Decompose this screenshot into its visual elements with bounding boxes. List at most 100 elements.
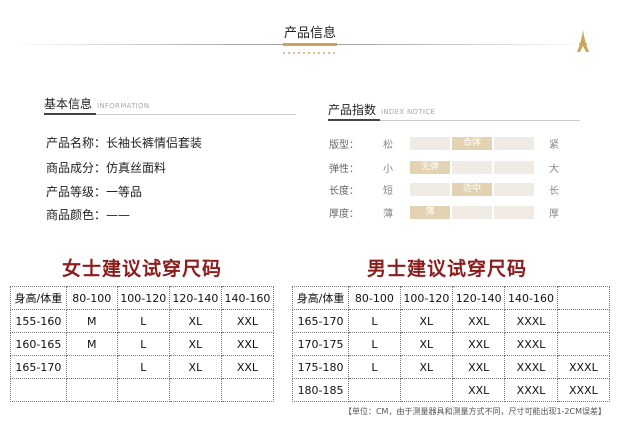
table-cell: XXXL <box>504 378 558 402</box>
table-cell: XL <box>399 309 454 333</box>
table-cell <box>65 355 118 379</box>
index-scale-segment <box>494 137 534 150</box>
table-row <box>10 378 275 402</box>
table-header-cell: 120-140 <box>452 286 506 310</box>
table-cell: L <box>348 309 401 333</box>
table-cell: XL <box>168 355 222 379</box>
men-size-table: 身高/体重 80-100 100-120 120-140 140-160 165-170 L… <box>291 286 611 402</box>
table-cell: XXL <box>220 332 275 356</box>
info-label: 商品颜色： <box>46 208 107 222</box>
table-cell: XXXL <box>504 332 558 356</box>
table-cell <box>399 378 454 402</box>
table-cell: L <box>116 309 170 333</box>
info-row-name: 产品名称：长袖长裤情侣套装 <box>46 134 202 151</box>
index-low-label: 松 <box>383 140 393 151</box>
info-value: 长袖长裤情侣套装 <box>106 136 203 150</box>
table-cell: XL <box>168 309 222 333</box>
index-notice-title: 产品指数 <box>328 103 377 117</box>
table-cell <box>556 332 611 356</box>
table-cell: XXL <box>452 309 506 333</box>
info-row-material: 商品成分：仿真丝面料 <box>46 159 166 176</box>
table-header-row: 身高/体重 80-100 100-120 120-140 140-160 <box>291 286 611 310</box>
table-cell: 165-170 <box>10 355 67 379</box>
index-high-label: 长 <box>549 186 559 197</box>
index-selected-segment: 薄 <box>410 206 450 219</box>
index-low-label: 短 <box>383 186 393 197</box>
table-cell <box>65 378 118 402</box>
table-header-row: 身高/体重 80-100 100-120 120-140 140-160 <box>10 286 275 310</box>
info-row-grade: 产品等级：一等品 <box>46 183 142 200</box>
index-scale-segment <box>494 161 534 174</box>
table-cell <box>116 378 170 402</box>
table-cell <box>220 378 275 402</box>
table-header-cell: 身高/体重 <box>10 286 67 310</box>
index-low-label: 薄 <box>383 209 393 220</box>
page-title: 产品信息 <box>283 26 336 41</box>
table-cell: 165-170 <box>291 309 350 333</box>
index-selected-segment: 适中 <box>452 183 492 196</box>
table-cell: XXL <box>452 332 506 356</box>
table-cell: XL <box>399 355 454 379</box>
table-cell: 160-165 <box>10 332 67 356</box>
basic-info-marker <box>44 113 96 115</box>
table-row: 180-185 XXL XXXL XXXL <box>291 378 611 402</box>
info-label: 商品成分： <box>46 161 107 175</box>
index-high-label: 大 <box>549 164 559 175</box>
table-cell: XXXL <box>504 309 558 333</box>
info-label: 产品名称： <box>46 136 107 150</box>
table-row: 170-175 L XL XXL XXXL <box>291 332 611 356</box>
table-cell: L <box>116 332 170 356</box>
table-cell <box>348 378 401 402</box>
index-selected-segment: 无弹 <box>410 161 450 174</box>
table-row: 165-170 L XL XXL XXXL <box>291 309 611 333</box>
table-cell: L <box>116 355 170 379</box>
table-cell <box>556 309 611 333</box>
women-size-table: 身高/体重 80-100 100-120 120-140 140-160 155-160 M… <box>10 286 275 402</box>
table-cell: XL <box>399 332 454 356</box>
index-scale-segment <box>452 161 492 174</box>
index-selected-segment: 合体 <box>452 137 492 150</box>
table-cell: XXL <box>220 355 275 379</box>
title-underline <box>283 43 337 46</box>
table-header-cell: 100-120 <box>116 286 170 310</box>
index-label: 版型： <box>329 140 359 151</box>
women-size-title: 女士建议试穿尺码 <box>62 258 223 280</box>
index-label: 厚度： <box>329 209 359 220</box>
table-header-cell: 80-100 <box>65 286 118 310</box>
table-cell: M <box>65 332 118 356</box>
table-cell: L <box>348 355 401 379</box>
info-value: 仿真丝面料 <box>106 161 167 175</box>
table-cell: XXXL <box>556 355 611 379</box>
table-header-cell: 100-120 <box>399 286 454 310</box>
basic-info-title: 基本信息 <box>44 97 93 111</box>
table-cell: L <box>348 332 401 356</box>
table-header-cell: 140-160 <box>504 286 558 310</box>
info-row-color: 商品颜色：—— <box>46 206 130 223</box>
index-label: 弹性： <box>329 164 359 175</box>
info-label: 产品等级： <box>46 185 107 199</box>
table-cell: XL <box>168 332 222 356</box>
index-low-label: 小 <box>383 164 393 175</box>
basic-info-header: 基本信息 INFORMATION <box>44 95 149 112</box>
table-row: 165-170 L XL XXL <box>10 355 275 379</box>
table-row: 160-165 M L XL XXL <box>10 332 275 356</box>
table-cell: XXL <box>452 378 506 402</box>
footnote: 【单位：CM，由于测量器具和测量方式不同，尺寸可能出现1-2CM误差】 <box>343 407 606 416</box>
index-high-label: 紧 <box>549 140 559 151</box>
title-dots <box>283 52 337 54</box>
table-cell: XXXL <box>556 378 611 402</box>
index-notice-marker <box>328 119 380 121</box>
index-scale-segment <box>494 206 534 219</box>
index-notice-header: 产品指数 INDEX NOTICE <box>328 101 435 118</box>
table-cell: 155-160 <box>10 309 67 333</box>
info-value: —— <box>106 208 131 222</box>
index-scale-segment <box>410 183 450 196</box>
index-label: 长度： <box>329 186 359 197</box>
eiffel-tower-icon <box>577 30 589 52</box>
index-scale-bar: 无弹 <box>410 161 534 174</box>
table-cell: XXL <box>220 309 275 333</box>
info-value: 一等品 <box>106 185 143 199</box>
index-notice-subtitle: INDEX NOTICE <box>381 108 436 116</box>
index-scale-segment <box>494 183 534 196</box>
table-cell: 175-180 <box>291 355 350 379</box>
